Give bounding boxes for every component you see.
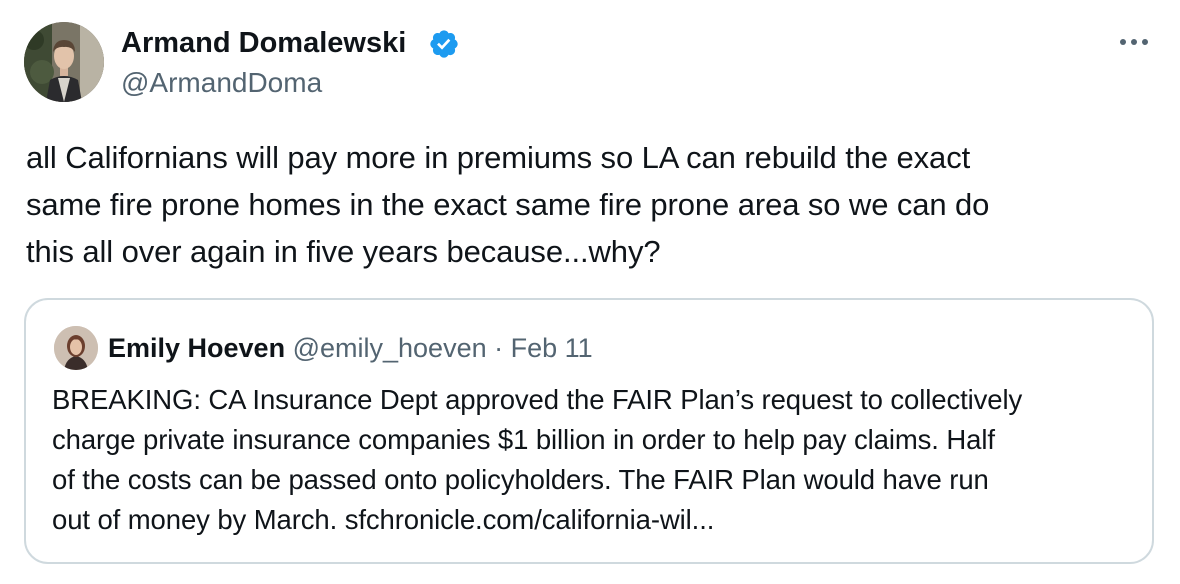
quoted-author-avatar[interactable]	[54, 326, 98, 370]
tweet-text-line: same fire prone homes in the exact same …	[26, 187, 990, 222]
author-avatar[interactable]	[24, 22, 104, 102]
header-separator: ·	[494, 333, 504, 363]
author-handle[interactable]: @ArmandDoma	[121, 66, 322, 100]
quoted-author-name[interactable]: Emily Hoeven	[108, 333, 285, 363]
quoted-author-handle[interactable]: @emily_hoeven	[293, 333, 487, 363]
tweet: Armand Domalewski @ArmandDoma all Califo…	[0, 0, 1180, 584]
quoted-text-line: out of money by March. sfchronicle.com/c…	[52, 504, 715, 535]
quoted-tweet-text: BREAKING: CA Insurance Dept approved the…	[52, 380, 1142, 540]
quoted-text-line: of the costs can be passed onto policyho…	[52, 464, 989, 495]
quoted-text-line: charge private insurance companies $1 bi…	[52, 424, 995, 455]
more-options-button[interactable]	[1114, 28, 1154, 56]
quoted-tweet-date[interactable]: Feb 11	[511, 333, 593, 363]
author-name[interactable]: Armand Domalewski	[121, 26, 406, 60]
more-horizontal-icon	[1120, 39, 1148, 45]
quoted-tweet[interactable]: Emily Hoeven @emily_hoeven · Feb 11 BREA…	[24, 298, 1154, 564]
quoted-text-line: BREAKING: CA Insurance Dept approved the…	[52, 384, 1023, 415]
tweet-text: all Californians will pay more in premiu…	[26, 134, 1146, 275]
tweet-text-line: this all over again in five years becaus…	[26, 234, 661, 269]
tweet-text-line: all Californians will pay more in premiu…	[26, 140, 971, 175]
verified-badge-icon	[430, 30, 458, 58]
quoted-tweet-header: Emily Hoeven @emily_hoeven · Feb 11	[108, 331, 593, 365]
